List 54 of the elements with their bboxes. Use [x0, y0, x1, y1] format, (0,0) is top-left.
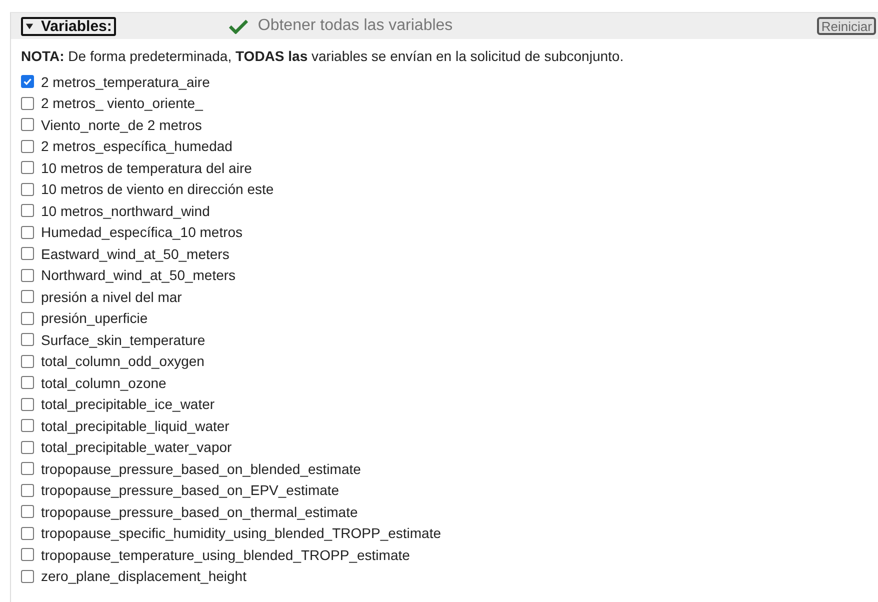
checkbox[interactable] — [21, 140, 34, 153]
checkbox[interactable] — [21, 505, 34, 518]
status-text: Obtener todas las variables — [258, 17, 453, 35]
checkbox[interactable] — [21, 526, 34, 540]
checkbox[interactable] — [21, 333, 34, 346]
checkbox[interactable] — [21, 440, 34, 454]
checkbox[interactable] — [21, 182, 34, 196]
variable-label[interactable]: Surface_skin_temperature — [41, 332, 206, 348]
checkmark-icon — [228, 18, 248, 34]
checkbox[interactable] — [21, 354, 34, 368]
variable-label[interactable]: total_precipitable_ice_water — [41, 396, 215, 412]
variable-label[interactable]: zero_plane_displacement_height — [41, 568, 246, 584]
checkbox[interactable] — [21, 75, 34, 88]
checkbox[interactable] — [21, 548, 34, 562]
checkbox[interactable] — [21, 419, 34, 432]
variable-label[interactable]: total_precipitable_water_vapor — [41, 439, 232, 456]
variable-label[interactable]: 2 metros_específica_humedad — [41, 138, 232, 154]
caret-icon — [25, 22, 34, 30]
variable-label[interactable]: tropopause_pressure_based_on_EPV_estimate — [41, 482, 340, 498]
checkbox[interactable] — [21, 570, 34, 583]
checkbox[interactable] — [21, 226, 34, 239]
variable-label[interactable]: total_column_ozone — [41, 374, 166, 391]
reset-button[interactable]: Reiniciar — [817, 17, 876, 35]
note-text: NOTA: De forma predeterminada, TODAS las variables se envían en la solicitud de subconjunto. — [21, 48, 625, 65]
variable-label[interactable]: 10 metros de temperatura del aire — [41, 160, 252, 176]
variable-label[interactable]: presión a nivel del mar — [41, 288, 182, 305]
variable-label[interactable]: Viento_norte_de 2 metros — [41, 116, 202, 133]
checkbox[interactable] — [21, 376, 34, 390]
checkbox[interactable] — [21, 118, 34, 132]
variable-label[interactable]: 2 metros_ viento_oriente_ — [41, 95, 203, 112]
variable-label[interactable]: 10 metros_northward_wind — [41, 202, 210, 219]
variable-label[interactable]: Humedad_específica_10 metros — [41, 224, 243, 240]
checkbox[interactable] — [21, 398, 34, 411]
checkbox[interactable] — [21, 96, 34, 110]
variable-label[interactable]: presión_uperficie — [41, 310, 148, 326]
variable-label[interactable]: tropopause_temperature_using_blended_TROPP_estimate — [41, 546, 410, 563]
variable-label[interactable]: Northward_wind_at_50_meters — [41, 267, 236, 284]
variable-label[interactable]: Eastward_wind_at_50_meters — [41, 246, 230, 262]
variable-label[interactable]: tropopause_pressure_based_on_thermal_estimate — [41, 504, 358, 520]
variable-label[interactable]: total_column_odd_oxygen — [41, 353, 204, 370]
section-toggle[interactable]: Variables: — [21, 16, 116, 36]
checkbox[interactable] — [21, 268, 34, 282]
checkbox[interactable] — [21, 462, 34, 476]
checkbox[interactable] — [21, 204, 34, 218]
checkbox[interactable] — [21, 247, 34, 260]
variable-label[interactable]: 10 metros de viento en dirección este — [41, 181, 274, 198]
variable-label[interactable]: total_precipitable_liquid_water — [41, 418, 230, 434]
variable-label[interactable]: tropopause_specific_humidity_using_blended_TROPP_estimate — [41, 525, 442, 542]
variable-label[interactable]: 2 metros_temperatura_aire — [41, 74, 210, 90]
checkbox[interactable] — [21, 312, 34, 325]
variable-label[interactable]: tropopause_pressure_based_on_blended_estimate — [41, 460, 361, 477]
checkbox[interactable] — [21, 161, 34, 174]
checkbox[interactable] — [21, 484, 34, 497]
checkbox[interactable] — [21, 290, 34, 304]
